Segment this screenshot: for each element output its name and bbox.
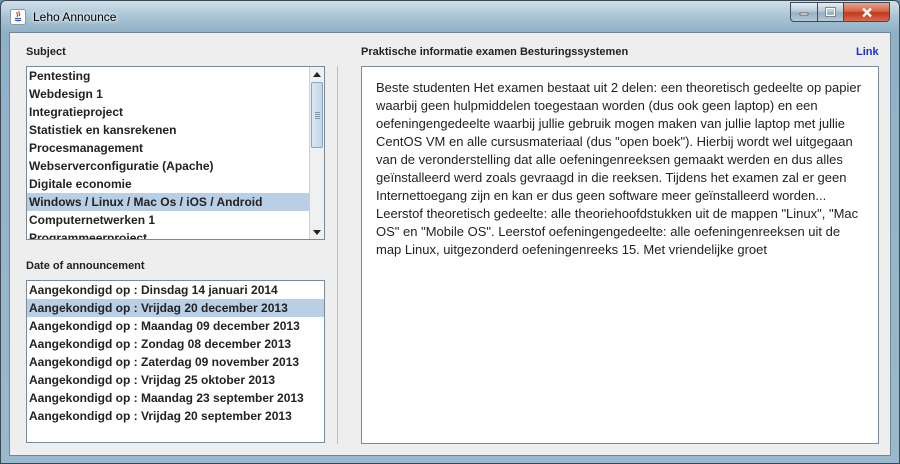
main-panel: Subject Pentesting Webdesign 1 Integratiep… xyxy=(9,32,891,456)
close-button[interactable] xyxy=(843,2,890,22)
announcement-body[interactable]: Beste studenten Het examen bestaat uit 2… xyxy=(361,66,879,444)
subject-list-item[interactable]: Programmeerproject xyxy=(27,229,324,239)
subject-list-item[interactable]: Statistiek en kansrekenen xyxy=(27,121,324,139)
scroll-down-arrow-icon[interactable] xyxy=(310,225,324,239)
subject-label: Subject xyxy=(26,46,66,58)
announcement-list-item[interactable]: Aangekondigd op : Vrijdag 20 december 20… xyxy=(27,299,324,317)
subject-list[interactable]: Pentesting Webdesign 1 Integratieproject St… xyxy=(26,66,325,240)
scroll-thumb[interactable] xyxy=(311,82,323,148)
announcement-list-item[interactable]: Aangekondigd op : Maandag 09 december 20… xyxy=(27,317,324,335)
subject-list-item[interactable]: Integratieproject xyxy=(27,103,324,121)
date-label: Date of announcement xyxy=(26,260,145,272)
subject-list-item[interactable]: Pentesting xyxy=(27,67,324,85)
subject-list-item[interactable]: Windows / Linux / Mac Os / iOS / Android xyxy=(27,193,324,211)
announcement-list-item[interactable]: Aangekondigd op : Dinsdag 14 januari 201… xyxy=(27,281,324,299)
announcement-rows: Aangekondigd op : Dinsdag 14 januari 201… xyxy=(27,281,324,425)
close-icon xyxy=(861,7,872,17)
scroll-up-arrow-icon[interactable] xyxy=(310,67,324,81)
title-bar[interactable]: Leho Announce xyxy=(1,1,899,33)
subject-list-item[interactable]: Digitale economie xyxy=(27,175,324,193)
window-title: Leho Announce xyxy=(33,10,117,24)
java-app-icon xyxy=(10,9,26,25)
maximize-icon xyxy=(825,7,836,17)
announcement-list-item[interactable]: Aangekondigd op : Maandag 23 september 2… xyxy=(27,389,324,407)
subject-list-item[interactable]: Computernetwerken 1 xyxy=(27,211,324,229)
app-window: Leho Announce Subject Pentesting Webdesig… xyxy=(0,0,900,464)
announcement-list-item[interactable]: Aangekondigd op : Vrijdag 20 september 2… xyxy=(27,407,324,425)
announcement-title: Praktische informatie examen Besturingss… xyxy=(361,46,629,58)
link-button[interactable]: Link xyxy=(856,46,879,58)
subject-list-item[interactable]: Procesmanagement xyxy=(27,139,324,157)
minimize-icon xyxy=(799,12,809,16)
subject-list-item[interactable]: Webdesign 1 xyxy=(27,85,324,103)
announcement-list-item[interactable]: Aangekondigd op : Zaterdag 09 november 2… xyxy=(27,353,324,371)
announcement-list-item[interactable]: Aangekondigd op : Zondag 08 december 201… xyxy=(27,335,324,353)
announcement-list-item[interactable]: Aangekondigd op : Vrijdag 25 oktober 201… xyxy=(27,371,324,389)
subject-rows: Pentesting Webdesign 1 Integratieproject St… xyxy=(27,67,324,239)
pane-divider[interactable] xyxy=(337,66,338,444)
minimize-button[interactable] xyxy=(790,2,818,22)
subject-list-item[interactable]: Webserverconfiguratie (Apache) xyxy=(27,157,324,175)
announcement-list[interactable]: Aangekondigd op : Dinsdag 14 januari 201… xyxy=(26,280,325,443)
maximize-button[interactable] xyxy=(817,2,844,22)
subject-scrollbar[interactable] xyxy=(309,67,324,239)
